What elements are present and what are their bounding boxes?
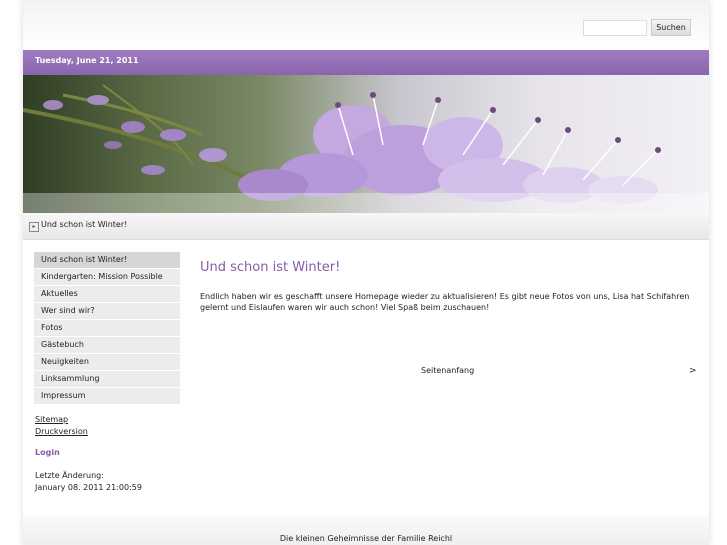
sidebar-item-aktuelles[interactable]: Aktuelles xyxy=(34,286,180,302)
sidebar-item-linksammlung[interactable]: Linksammlung xyxy=(34,371,180,387)
search-input[interactable] xyxy=(583,20,647,36)
current-date: Tuesday, June 21, 2011 xyxy=(35,56,139,65)
print-version-link[interactable]: Druckversion xyxy=(35,426,88,438)
sidebar-links: Sitemap Druckversion xyxy=(35,414,88,438)
sidebar-item-fotos[interactable]: Fotos xyxy=(34,320,180,336)
arrow-icon: ▸ xyxy=(29,222,39,232)
search-button[interactable]: Suchen xyxy=(651,19,691,36)
article-text: Endlich haben wir es geschafft unsere Ho… xyxy=(200,292,690,312)
last-modified-label: Letzte Änderung: xyxy=(35,471,104,480)
breadcrumb-current[interactable]: Und schon ist Winter! xyxy=(41,220,127,229)
sidebar-item-neuigkeiten[interactable]: Neuigkeiten xyxy=(34,354,180,370)
sidebar-item-gaestebuch[interactable]: Gästebuch xyxy=(34,337,180,353)
sidebar-item-kindergarten[interactable]: Kindergarten: Mission Possible xyxy=(34,269,180,285)
sidebar-nav: Und schon ist Winter! Kindergarten: Miss… xyxy=(34,252,180,405)
page-container: Suchen Tuesday, June 21, 2011 ▸ Und scho… xyxy=(23,0,709,545)
last-modified: Letzte Änderung: January 08. 2011 21:00:… xyxy=(35,470,142,494)
last-modified-value: January 08. 2011 21:00:59 xyxy=(35,483,142,492)
footer: Die kleinen Geheimnisse der Familie Reic… xyxy=(23,516,709,545)
page-title: Und schon ist Winter! xyxy=(200,260,341,275)
sidebar-item-und-schon-ist-winter[interactable]: Und schon ist Winter! xyxy=(34,252,180,268)
footer-text: Die kleinen Geheimnisse der Familie Reic… xyxy=(279,534,453,543)
top-bar: Suchen xyxy=(23,0,709,50)
back-to-top-link[interactable]: Seitenanfang xyxy=(421,366,474,375)
date-bar: Tuesday, June 21, 2011 xyxy=(23,50,709,75)
next-page-link[interactable]: > xyxy=(689,366,697,376)
flower-illustration xyxy=(23,84,709,213)
header-banner-image xyxy=(23,75,709,213)
sitemap-link[interactable]: Sitemap xyxy=(35,414,88,426)
breadcrumb: ▸ Und schon ist Winter! xyxy=(23,213,709,240)
sidebar-item-wer-sind-wir[interactable]: Wer sind wir? xyxy=(34,303,180,319)
sidebar-item-impressum[interactable]: Impressum xyxy=(34,388,180,404)
login-link[interactable]: Login xyxy=(35,448,60,457)
